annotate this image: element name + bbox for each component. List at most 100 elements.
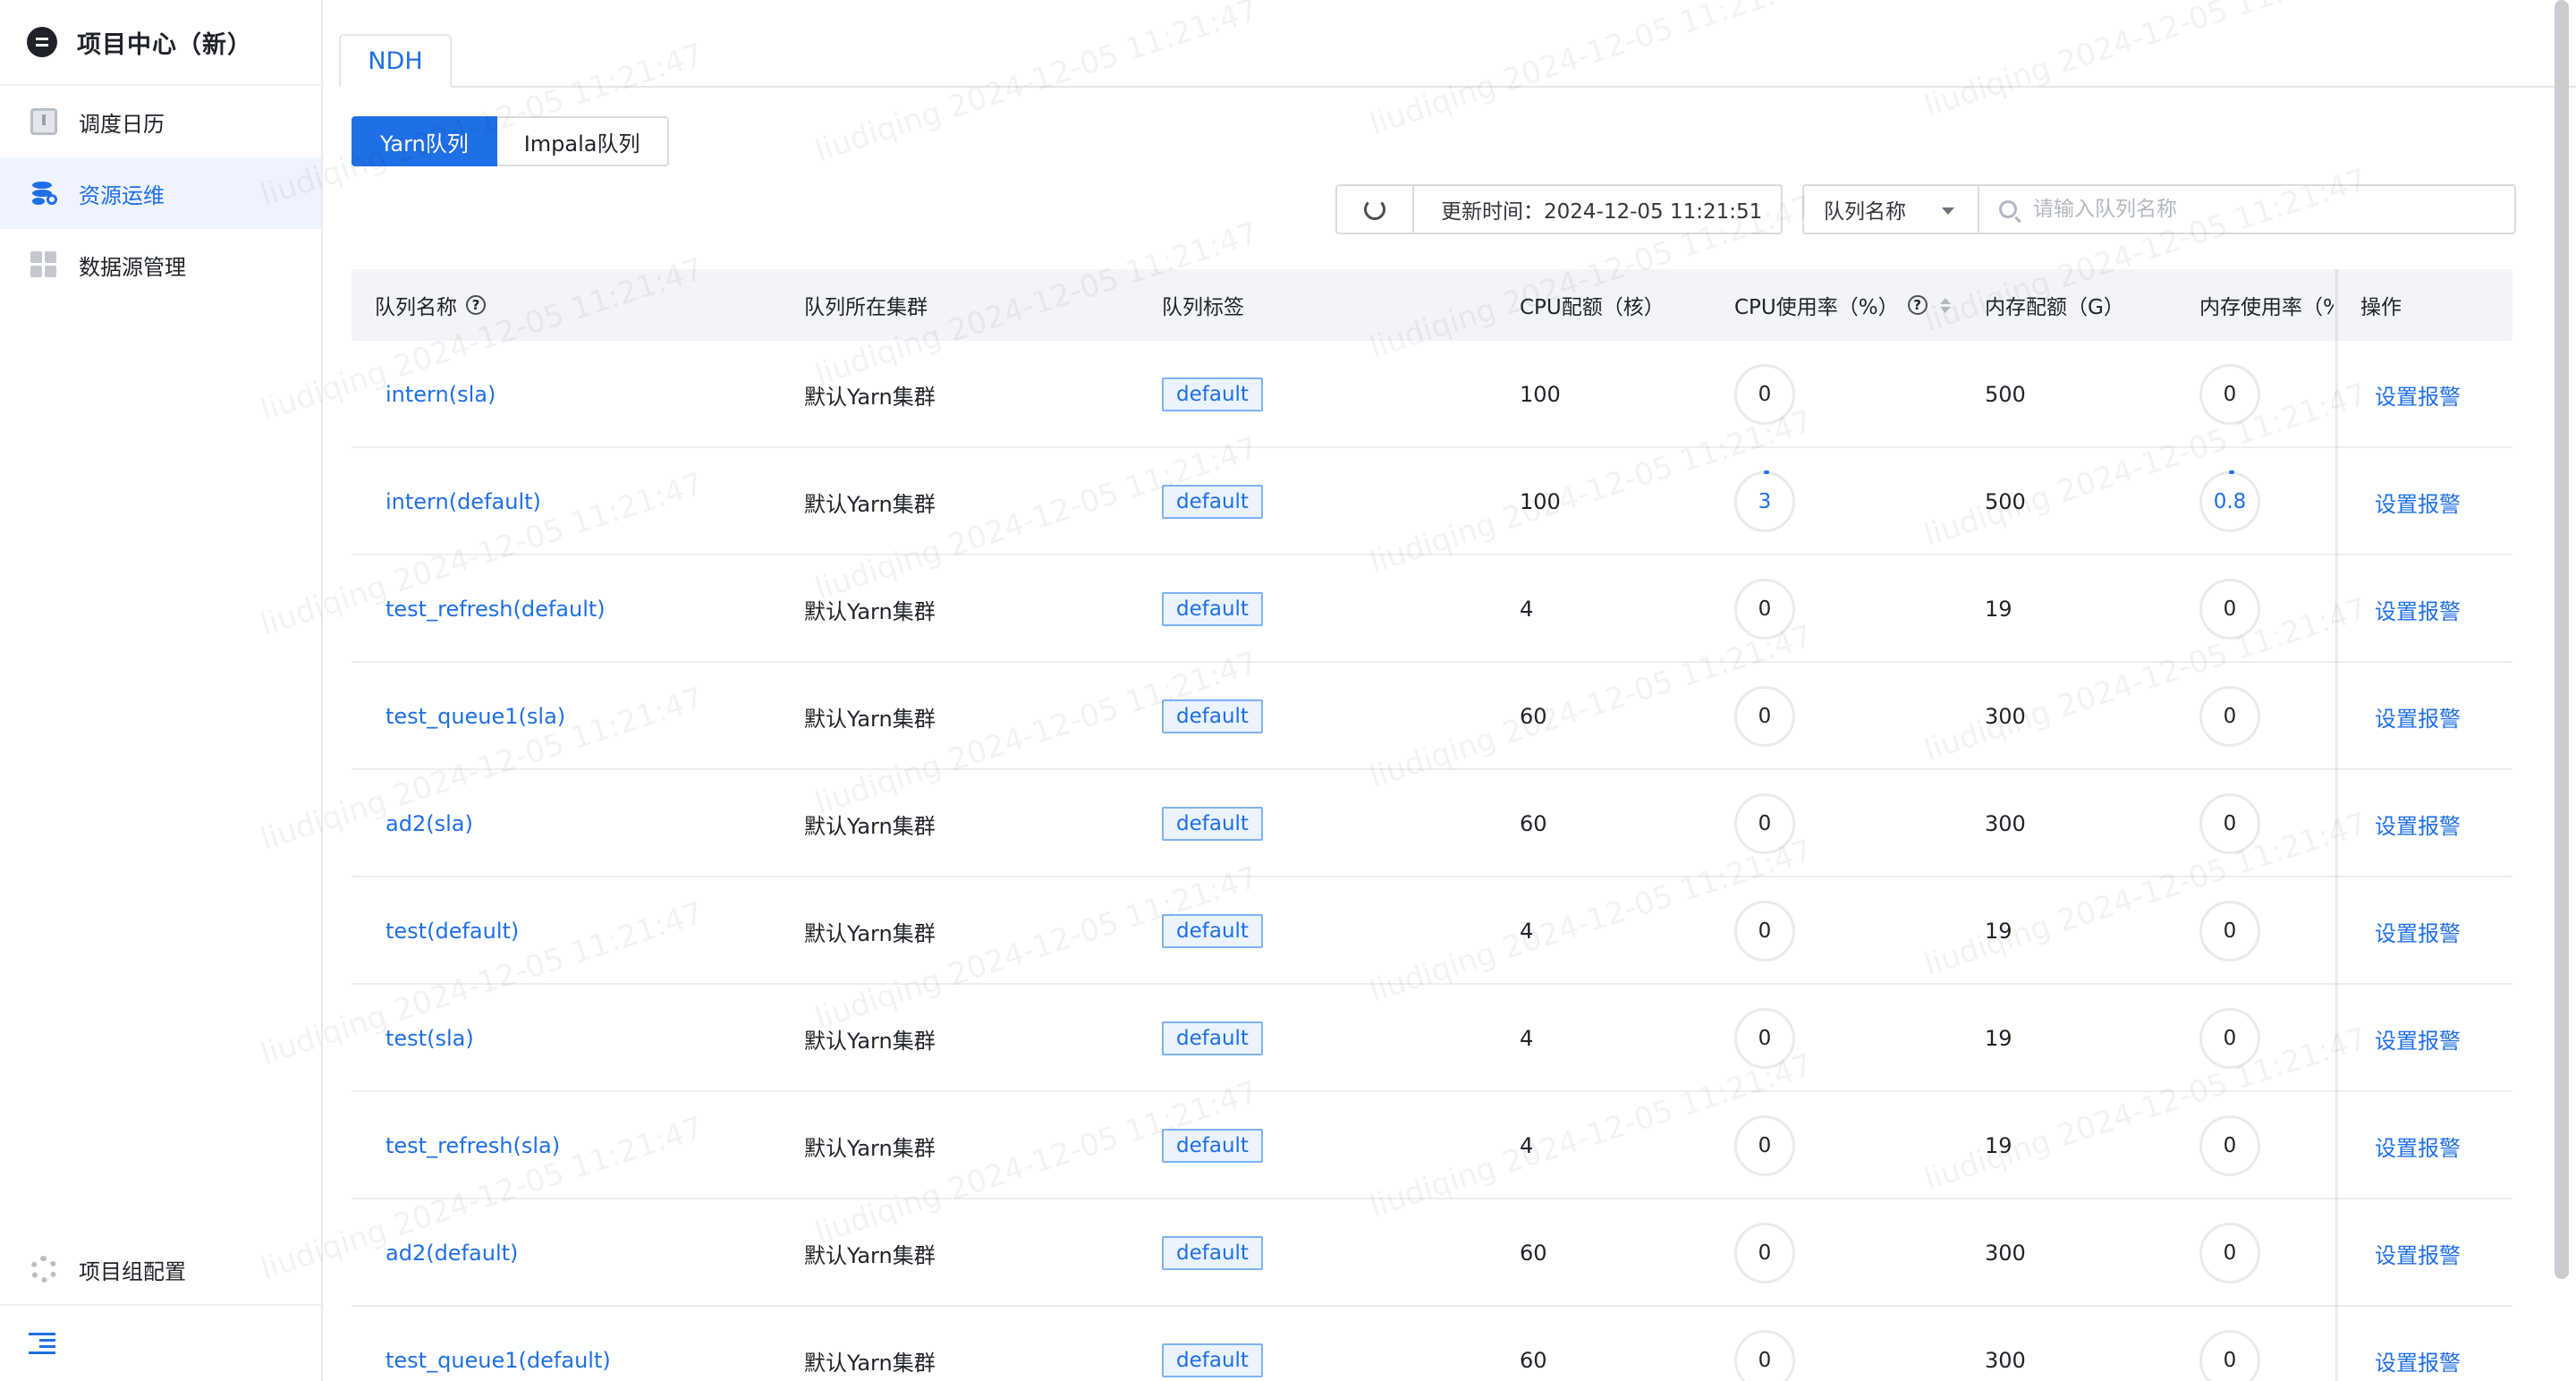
cluster-name: 默认Yarn集群 <box>804 1135 936 1161</box>
fixed-column-shadow <box>2335 269 2339 1381</box>
col-queue-name: 队列名称 ? <box>375 269 486 341</box>
update-time-label: 更新时间：2024-12-05 11:21:51 <box>1414 184 1783 234</box>
yarn-queue-button[interactable]: Yarn队列 <box>352 116 497 166</box>
search-field <box>1979 184 2516 234</box>
queue-name-link[interactable]: test_queue1(sla) <box>386 704 565 729</box>
cpu-quota-value: 4 <box>1520 919 1534 944</box>
table-row: test_refresh(default) 默认Yarn集群 default 4 0 19… <box>352 555 2512 663</box>
sidebar-item-schedule-calendar[interactable]: 调度日历 <box>0 86 321 157</box>
queue-name-link[interactable]: ad2(sla) <box>386 811 473 836</box>
cluster-name: 默认Yarn集群 <box>804 1350 936 1376</box>
table-row: ad2(sla) 默认Yarn集群 default 60 0 300 0 设置报警 <box>352 770 2512 877</box>
toolbar: 更新时间：2024-12-05 11:21:51 队列名称 <box>1335 184 2516 234</box>
mem-quota-value: 300 <box>1985 704 2026 729</box>
filter-field-select[interactable]: 队列名称 <box>1802 184 1979 234</box>
col-cluster: 队列所在集群 <box>804 296 928 319</box>
queue-tag-badge: default <box>1162 914 1263 948</box>
col-mem-quota: 内存配额（G） <box>1985 296 2124 319</box>
sidebar: 项目中心（新） 调度日历 资源运维 数据源管理 项目组配置 <box>0 0 323 1381</box>
cpu-quota-value: 100 <box>1520 489 1561 514</box>
mem-quota-value: 500 <box>1985 382 2026 407</box>
queue-table: 队列名称 ? 队列所在集群 队列标签 CPU配额（核） CPU使用率（%） ? … <box>352 269 2512 1381</box>
sidebar-item-datasource[interactable]: 数据源管理 <box>0 229 321 301</box>
sidebar-nav: 调度日历 资源运维 数据源管理 <box>0 86 321 301</box>
cluster-name: 默认Yarn集群 <box>804 491 936 517</box>
table-row: ad2(default) 默认Yarn集群 default 60 0 300 0 设置报警 <box>352 1199 2512 1307</box>
mem-usage-ring: 0 <box>2199 579 2260 640</box>
mem-usage-ring: 0 <box>2199 364 2260 425</box>
cpu-quota-value: 60 <box>1520 811 1547 836</box>
queue-name-link[interactable]: test_refresh(default) <box>386 597 606 622</box>
sidebar-item-project-config[interactable]: 项目组配置 <box>0 1234 321 1306</box>
mem-usage-ring: 0 <box>2199 1223 2260 1284</box>
mem-quota-value: 19 <box>1985 1133 2012 1158</box>
queue-name-link[interactable]: ad2(default) <box>386 1241 518 1266</box>
cpu-usage-ring: 0 <box>1734 364 1795 425</box>
cpu-quota-value: 60 <box>1520 1348 1547 1373</box>
col-cpu-quota: CPU配额（核） <box>1520 296 1665 319</box>
col-cpu-usage: CPU使用率（%） ? <box>1734 269 1951 341</box>
mem-quota-value: 19 <box>1985 1026 2012 1051</box>
set-alarm-link[interactable]: 设置报警 <box>2375 379 2461 411</box>
tab-ndh[interactable]: NDH <box>339 34 452 88</box>
cpu-usage-ring: 0 <box>1734 1115 1795 1176</box>
impala-queue-button[interactable]: Impala队列 <box>496 116 669 166</box>
set-alarm-link[interactable]: 设置报警 <box>2375 1131 2461 1162</box>
sort-icon[interactable] <box>1939 297 1951 313</box>
mem-quota-value: 19 <box>1985 919 2012 944</box>
sidebar-item-resource-ops[interactable]: 资源运维 <box>0 157 321 229</box>
cpu-usage-ring: 0 <box>1734 579 1795 640</box>
set-alarm-link[interactable]: 设置报警 <box>2375 1345 2461 1377</box>
set-alarm-link[interactable]: 设置报警 <box>2375 487 2461 518</box>
queue-name-link[interactable]: intern(default) <box>386 489 541 514</box>
cpu-usage-ring: 0 <box>1734 1223 1795 1284</box>
queue-name-link[interactable]: test_queue1(default) <box>386 1348 611 1373</box>
table-row: test_refresh(sla) 默认Yarn集群 default 4 0 19 0 设置报… <box>352 1092 2512 1199</box>
main-content: NDH Yarn队列 Impala队列 更新时间：2024-12-05 11:2… <box>323 0 2576 1381</box>
mem-usage-ring: 0 <box>2199 686 2260 747</box>
app-logo-icon <box>27 27 57 57</box>
queue-name-link[interactable]: test(default) <box>386 919 519 944</box>
queue-name-link[interactable]: test(sla) <box>386 1026 474 1051</box>
set-alarm-link[interactable]: 设置报警 <box>2375 916 2461 947</box>
vertical-scrollbar[interactable] <box>2555 0 2569 1279</box>
help-icon[interactable]: ? <box>1907 295 1928 315</box>
set-alarm-link[interactable]: 设置报警 <box>2375 1238 2461 1269</box>
mem-usage-ring: 0 <box>2199 1008 2260 1069</box>
set-alarm-link[interactable]: 设置报警 <box>2375 701 2461 733</box>
mem-quota-value: 300 <box>1985 1348 2026 1373</box>
set-alarm-link[interactable]: 设置报警 <box>2375 809 2461 840</box>
queue-tag-badge: default <box>1162 807 1263 841</box>
queue-tag-badge: default <box>1162 377 1263 411</box>
mem-quota-value: 500 <box>1985 489 2026 514</box>
set-alarm-link[interactable]: 设置报警 <box>2375 594 2461 625</box>
cpu-usage-ring: 0 <box>1734 1008 1795 1069</box>
table-row: test(default) 默认Yarn集群 default 4 0 19 0 设置报警 <box>352 877 2512 985</box>
collapse-sidebar-button[interactable] <box>0 1306 321 1381</box>
table-row: test_queue1(sla) 默认Yarn集群 default 60 0 300 0 设置… <box>352 663 2512 770</box>
table-row: test(sla) 默认Yarn集群 default 4 0 19 0 设置报警 <box>352 985 2512 1092</box>
search-input[interactable] <box>2033 198 2498 221</box>
search-icon <box>1999 200 2017 218</box>
queue-name-link[interactable]: test_refresh(sla) <box>386 1133 560 1158</box>
queue-tag-badge: default <box>1162 1236 1263 1270</box>
cpu-quota-value: 4 <box>1520 1133 1534 1158</box>
help-icon[interactable]: ? <box>466 295 486 315</box>
col-mem-usage: 内存使用率（% <box>2199 296 2334 319</box>
cpu-usage-ring: 0 <box>1734 901 1795 962</box>
table-row: test_queue1(default) 默认Yarn集群 default 60 0 30… <box>352 1307 2512 1381</box>
set-alarm-link[interactable]: 设置报警 <box>2375 1023 2461 1055</box>
cpu-quota-value: 4 <box>1520 597 1534 622</box>
queue-tag-badge: default <box>1162 1343 1263 1377</box>
mem-quota-value: 300 <box>1985 1241 2026 1266</box>
table-row: intern(default) 默认Yarn集群 default 100 3 500 0.8… <box>352 448 2512 555</box>
chevron-down-icon <box>1942 208 1954 215</box>
tab-bar: NDH <box>339 34 2576 88</box>
refresh-button[interactable] <box>1335 184 1414 234</box>
col-tag: 队列标签 <box>1162 296 1244 319</box>
sidebar-bottom: 项目组配置 <box>0 1234 321 1381</box>
gear-icon <box>30 1256 57 1283</box>
queue-name-link[interactable]: intern(sla) <box>386 382 496 407</box>
database-settings-icon <box>30 180 57 207</box>
queue-tag-badge: default <box>1162 485 1263 519</box>
